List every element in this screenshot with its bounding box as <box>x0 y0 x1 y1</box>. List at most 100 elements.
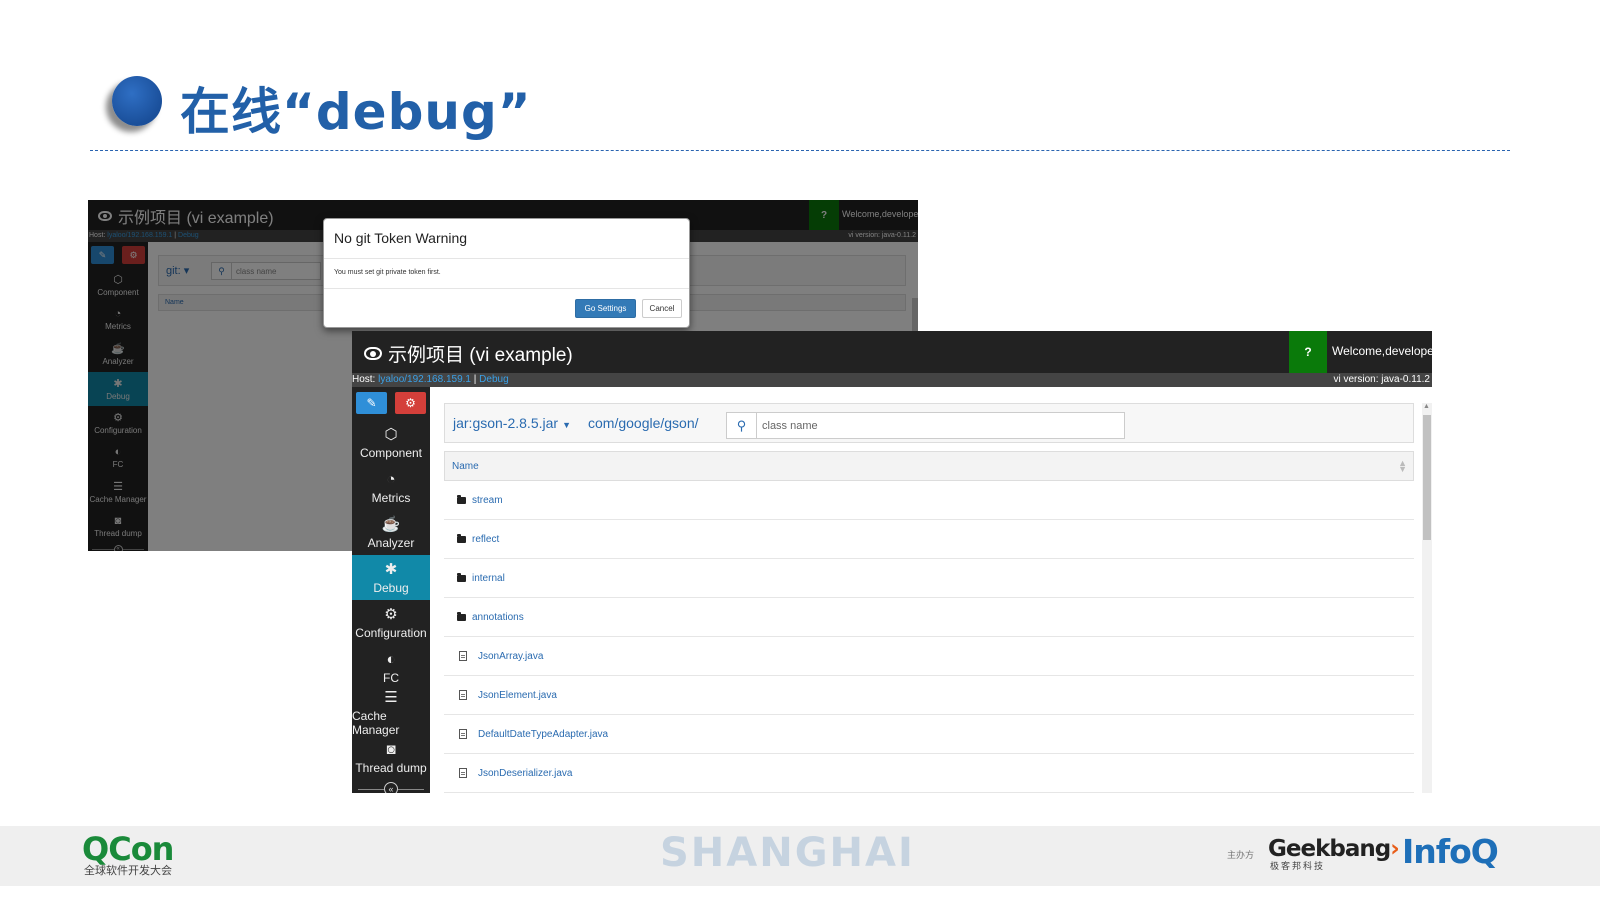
list-item[interactable]: stream <box>444 481 1414 520</box>
dialog-divider <box>324 258 689 259</box>
slide: 在线“debug” 示例项目 (vi example) ? Welcome,de… <box>0 0 1600 900</box>
file-icon <box>444 651 472 661</box>
list-item[interactable]: JsonArray.java <box>444 637 1414 676</box>
double-chevron-left-icon: « <box>384 782 398 793</box>
folder-icon <box>444 494 472 504</box>
app-window-foreground: 示例项目 (vi example) ? Welcome,developer Ho… <box>352 331 1432 793</box>
list-item[interactable]: annotations <box>444 598 1414 637</box>
list-item-name[interactable]: JsonElement.java <box>478 690 557 701</box>
dialog-message: You must set git private token first. <box>334 269 441 276</box>
pencil-icon: ✎ <box>366 396 377 410</box>
chevron-right-icon: › <box>1390 836 1400 862</box>
git-token-warning-dialog: No git Token Warning You must set git pr… <box>323 218 690 328</box>
name-header-label: Name <box>452 461 479 472</box>
class-search-box: ⚲ <box>726 412 1125 439</box>
sidebar-item-label: Thread dump <box>355 760 427 775</box>
sidebar-item-component[interactable]: ⬡ Component <box>352 420 430 465</box>
folder-icon <box>444 611 472 621</box>
help-button[interactable]: ? <box>1289 331 1327 373</box>
list-item[interactable]: internal <box>444 559 1414 598</box>
sidebar-item-label: Cache Manager <box>352 709 400 737</box>
folder-icon <box>444 533 472 543</box>
sidebar-collapse-button[interactable]: « <box>352 780 430 793</box>
list-item-name[interactable]: stream <box>472 495 503 506</box>
edit-button[interactable]: ✎ <box>356 392 387 414</box>
list-item[interactable]: JsonDeserializer.java <box>444 754 1414 793</box>
title-bullet <box>112 76 162 126</box>
geekbang-subtitle: 极客邦科技 <box>1270 861 1326 871</box>
city-name: SHANGHAI <box>660 830 915 876</box>
sidebar-item-thread-dump[interactable]: ◙ Thread dump <box>352 735 430 780</box>
slide-footer: QCon 全球软件开发大会 SHANGHAI 主办方 Geekbang› 极客邦… <box>0 826 1600 886</box>
sidebar-item-debug[interactable]: ✱ Debug <box>352 555 430 600</box>
jar-dropdown[interactable]: jar:gson-2.8.5.jar ▼ <box>453 415 575 431</box>
list-item-name[interactable]: annotations <box>472 612 524 623</box>
eye-icon <box>364 347 382 360</box>
scrollbar[interactable]: ▲ <box>1422 403 1432 793</box>
name-column-header[interactable]: Name ▲ ▼ <box>444 451 1414 481</box>
file-icon <box>444 729 472 739</box>
host-separator: | <box>473 374 477 385</box>
list-item[interactable]: DefaultDateTypeAdapter.java <box>444 715 1414 754</box>
welcome-text[interactable]: Welcome,developer <box>1332 344 1432 358</box>
sidebar-item-configuration[interactable]: ⚙ Configuration <box>352 600 430 645</box>
search-icon[interactable]: ⚲ <box>727 413 757 438</box>
sidebar-item-cache-manager[interactable]: ☰ Cache Manager <box>352 689 430 737</box>
class-search-input[interactable] <box>757 419 1097 432</box>
sidebar-item-label: Debug <box>373 581 409 595</box>
dialog-title: No git Token Warning <box>334 230 468 246</box>
infoq-logo: InfoQ <box>1402 832 1499 871</box>
scrollbar-thumb[interactable] <box>1423 415 1431 540</box>
sort-icon: ▲ ▼ <box>1398 458 1407 474</box>
organizer-label: 主办方 <box>1227 850 1255 860</box>
sidebar-item-metrics[interactable]: ◔ Metrics <box>352 465 430 510</box>
sidebar-item-label: Component <box>359 446 423 460</box>
sidebar-item-analyzer[interactable]: ☕ Analyzer <box>352 510 430 555</box>
list-item-name[interactable]: DefaultDateTypeAdapter.java <box>478 729 608 740</box>
modules-button[interactable]: ⚙ <box>395 392 426 414</box>
app-topbar: 示例项目 (vi example) ? Welcome,developer <box>352 331 1432 373</box>
gears-icon: ⚙ <box>384 606 398 623</box>
cogs-icon: ⚙ <box>405 396 416 410</box>
list-item-name[interactable]: reflect <box>472 534 499 545</box>
version-text: vi version: java-0.11.2 <box>1333 374 1430 385</box>
project-title: 示例项目 (vi example) <box>388 345 573 366</box>
host-value-link[interactable]: lyaloo/192.168.159.1 <box>378 374 471 385</box>
package-path[interactable]: com/google/gson/ <box>588 415 699 431</box>
sidebar-item-label: Analyzer <box>367 536 415 550</box>
qcon-subtitle: 全球软件开发大会 <box>84 864 172 877</box>
jar-prefix: jar: <box>453 415 473 431</box>
content-area: jar:gson-2.8.5.jar▼ com/google/gson/ ⚲ N… <box>430 387 1432 793</box>
dashboard-icon: ◔ <box>386 470 396 488</box>
cube-icon: ⬡ <box>384 426 398 443</box>
host-label: Host: <box>352 374 376 385</box>
sidebar-item-label: Configuration <box>355 626 427 640</box>
file-icon <box>444 690 472 700</box>
sidebar: ✎ ⚙ ⬡ Component ◔ Metrics ☕ Analyzer ✱ Debug ⚙ Co… <box>352 387 430 793</box>
go-settings-button[interactable]: Go Settings <box>575 299 636 318</box>
slide-title: 在线“debug” <box>180 83 532 141</box>
sidebar-item-fc[interactable]: ◐ FC <box>352 645 430 690</box>
cancel-button[interactable]: Cancel <box>642 299 682 318</box>
list-item-name[interactable]: JsonDeserializer.java <box>478 768 573 779</box>
search-row: jar:gson-2.8.5.jar ▼ com/google/gson/ ⚲ <box>444 403 1414 443</box>
list-item-name[interactable]: JsonArray.java <box>478 651 543 662</box>
toggle-icon: ◐ <box>386 650 396 668</box>
camera-icon: ◙ <box>386 740 396 758</box>
file-list: stream reflect internal annotations JsonArra… <box>444 481 1414 793</box>
scroll-up-icon[interactable]: ▲ <box>1423 403 1430 410</box>
list-item[interactable]: JsonElement.java <box>444 676 1414 715</box>
app-brand[interactable]: 示例项目 (vi example) <box>364 340 573 367</box>
sidebar-item-label: Metrics <box>371 490 411 505</box>
dialog-divider <box>324 288 689 289</box>
database-icon: ☰ <box>384 689 398 706</box>
folder-icon <box>444 572 472 582</box>
sidebar-item-label: FC <box>383 670 399 685</box>
file-icon <box>444 768 472 778</box>
list-item-name[interactable]: internal <box>472 573 505 584</box>
jar-name: gson-2.8.5.jar <box>472 415 559 431</box>
host-bar: Host: lyaloo/192.168.159.1 | Debug vi ve… <box>352 373 1432 387</box>
title-divider <box>90 150 1510 151</box>
debug-link[interactable]: Debug <box>479 374 508 385</box>
list-item[interactable]: reflect <box>444 520 1414 559</box>
